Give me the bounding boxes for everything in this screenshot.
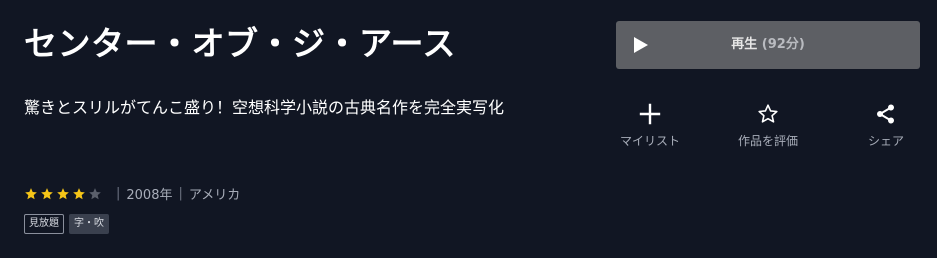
star-icon [72,187,86,201]
share-button[interactable]: シェア [836,102,936,149]
play-label-wrap: 再生 (92分) [616,21,920,69]
play-button[interactable]: 再生 (92分) [616,21,920,69]
mylist-button[interactable]: マイリスト [600,102,700,149]
country: アメリカ [188,188,241,203]
star-outline-icon [758,104,778,123]
star-icon [56,187,70,201]
play-label: 再生 [731,37,758,52]
meta-row: | 2008年 | アメリカ [24,184,240,203]
subtitle-dub-badge: 字・吹 [69,214,109,234]
play-duration: (92分) [761,37,805,52]
page-title: センター・オブ・ジ・アース [24,24,456,63]
star-icon [40,187,54,201]
plus-icon [639,103,661,125]
star-icon [88,187,102,201]
meta-separator: | [116,186,121,201]
release-year: 2008年 [126,188,173,203]
star-rating [24,187,104,201]
badge-row: 見放題 字・吹 [24,214,109,234]
share-label: シェア [867,134,904,148]
rate-button[interactable]: 作品を評価 [718,102,818,149]
rate-label: 作品を評価 [737,134,798,148]
meta-separator: | [178,186,183,201]
catch-copy: 驚きとスリルがてんこ盛り！空想科学小説の古典名作を完全実写化 [24,98,505,117]
star-icon [24,187,38,201]
mylist-label: マイリスト [619,134,680,148]
unlimited-badge: 見放題 [24,214,64,234]
share-icon [877,104,894,124]
